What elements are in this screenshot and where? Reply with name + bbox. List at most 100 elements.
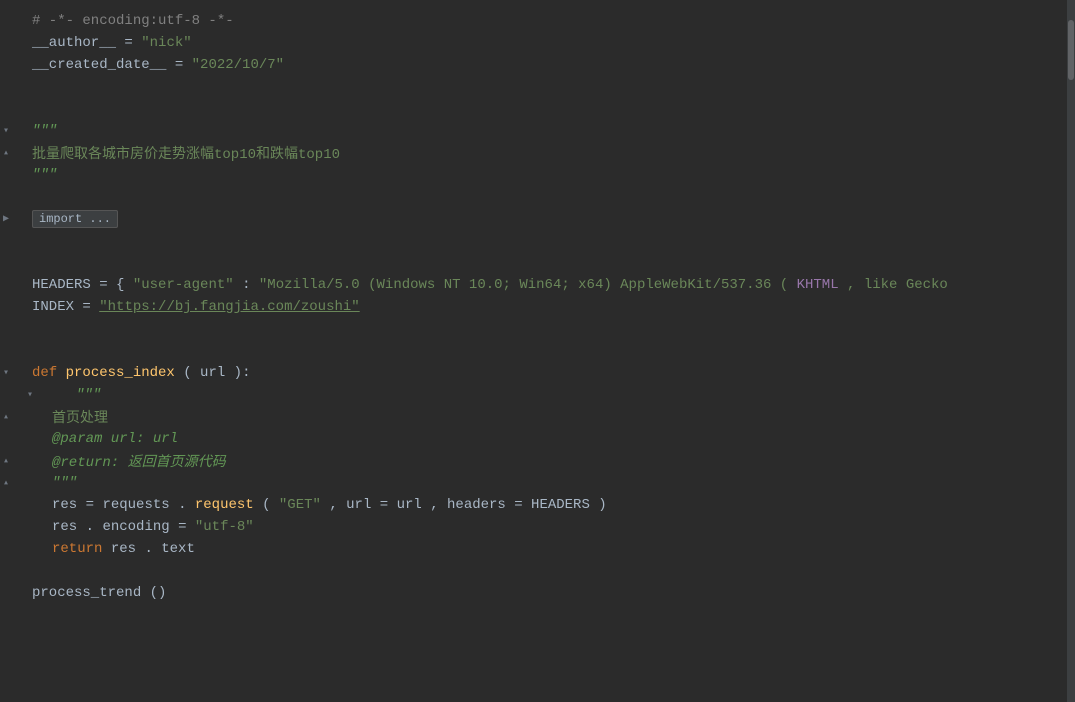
chinese-docstring: 批量爬取各城市房价走势涨幅top10和跌幅top10	[32, 147, 340, 163]
paren-close: ):	[234, 365, 251, 381]
gutter-22: ▴	[0, 477, 28, 489]
fold-icon-import[interactable]: ▶	[0, 213, 12, 225]
inner-docstring-close: """	[52, 475, 77, 491]
fold-icon-inner-doc[interactable]: ▾	[24, 389, 36, 401]
equals-headers: =	[99, 277, 116, 293]
fold-icon-doc-close[interactable]: ▴	[0, 477, 12, 489]
request-method: request	[195, 497, 254, 513]
gutter-10: ▶	[0, 213, 28, 225]
line-content-24: res . encoding = "utf-8"	[28, 519, 1067, 535]
docstring-open: """	[32, 123, 57, 139]
line-25: return res . text	[0, 538, 1075, 560]
inner-chinese: 首页处理	[52, 411, 108, 427]
brace-open: {	[116, 277, 124, 293]
line-content-1: # -*- encoding:utf-8 -*-	[28, 13, 1067, 29]
paren-req-open: (	[262, 497, 270, 513]
line-1: # -*- encoding:utf-8 -*-	[0, 10, 1075, 32]
utf8-val: "utf-8"	[195, 519, 254, 535]
paren-req-close: )	[598, 497, 606, 513]
paren-open: (	[183, 365, 191, 381]
blank-4	[0, 76, 1075, 98]
text-attr: text	[161, 541, 195, 557]
line-content-19: 首页处理	[28, 407, 1067, 427]
return-tag: @return: 返回首页源代码	[52, 455, 226, 471]
url-arg: url	[397, 497, 422, 513]
scrollbar-thumb[interactable]	[1068, 20, 1074, 80]
line-content-17: def process_index ( url ):	[28, 365, 1067, 381]
url-param: url	[346, 497, 371, 513]
param-tag: @param url: url	[52, 431, 178, 447]
fold-icon-func[interactable]: ▾	[0, 367, 12, 379]
gutter-17: ▾	[0, 367, 28, 379]
val-created-date: "2022/10/7"	[192, 57, 284, 73]
return-keyword: return	[52, 541, 111, 557]
dot-1: .	[178, 497, 186, 513]
equals-2: =	[175, 57, 192, 73]
blank-9	[0, 186, 1075, 208]
code-editor: # -*- encoding:utf-8 -*- __author__ = "n…	[0, 0, 1075, 702]
line-27: process_trend ()	[0, 582, 1075, 604]
next-paren: ()	[150, 585, 167, 601]
line-13: HEADERS = { "user-agent" : "Mozilla/5.0 …	[0, 274, 1075, 296]
line-content-27: process_trend ()	[28, 585, 1067, 601]
var-author: __author__	[32, 35, 116, 51]
line-content-6: """	[28, 123, 1067, 139]
fold-icon-docstring[interactable]: ▾	[0, 125, 12, 137]
khtml-text: KHTML	[797, 277, 839, 293]
line-content-14: INDEX = "https://bj.fangjia.com/zoushi"	[28, 299, 1067, 315]
equals-1: =	[124, 35, 141, 51]
index-var: INDEX	[32, 299, 74, 315]
gutter-21: ▴	[0, 455, 28, 467]
equals-url: =	[380, 497, 388, 513]
headers-arg: HEADERS	[531, 497, 590, 513]
equals-encoding: =	[178, 519, 195, 535]
blank-11	[0, 230, 1075, 252]
line-10: ▶ import ...	[0, 208, 1075, 230]
colon-headers: :	[242, 277, 250, 293]
line-22: ▴ """	[0, 472, 1075, 494]
def-keyword: def	[32, 365, 66, 381]
gutter-19: ▴	[0, 411, 28, 423]
encoding-attr: encoding	[102, 519, 169, 535]
headers-var: HEADERS	[32, 277, 91, 293]
line-content-22: """	[28, 475, 1067, 491]
line-19: ▴ 首页处理	[0, 406, 1075, 428]
comma-2: ,	[430, 497, 447, 513]
blank-12	[0, 252, 1075, 274]
line-content-13: HEADERS = { "user-agent" : "Mozilla/5.0 …	[28, 277, 1067, 293]
gutter-6: ▾	[0, 125, 28, 137]
headers-value: "Mozilla/5.0 (Windows NT 10.0; Win64; x6…	[259, 277, 788, 293]
comment-encoding: # -*- encoding:utf-8 -*-	[32, 13, 234, 29]
import-collapsed[interactable]: import ...	[32, 210, 118, 228]
fold-icon-return[interactable]: ▴	[0, 455, 12, 467]
line-2: __author__ = "nick"	[0, 32, 1075, 54]
var-created-date: __created_date__	[32, 57, 166, 73]
blank-5	[0, 98, 1075, 120]
line-23: res = requests . request ( "GET" , url =…	[0, 494, 1075, 516]
param-url: url	[200, 365, 225, 381]
line-14: INDEX = "https://bj.fangjia.com/zoushi"	[0, 296, 1075, 318]
docstring-close: """	[32, 167, 57, 183]
line-content-23: res = requests . request ( "GET" , url =…	[28, 497, 1067, 513]
blank-16	[0, 340, 1075, 362]
line-21: ▴ @return: 返回首页源代码	[0, 450, 1075, 472]
res-encoding-var: res	[52, 519, 77, 535]
fold-icon-inner-chinese[interactable]: ▴	[0, 411, 12, 423]
line-18: ▾ """	[0, 384, 1075, 406]
line-content-8: """	[28, 167, 1067, 183]
headers-key: "user-agent"	[133, 277, 234, 293]
scrollbar[interactable]	[1067, 0, 1075, 702]
line-content-18: """	[52, 387, 1067, 403]
line-content-3: __created_date__ = "2022/10/7"	[28, 57, 1067, 73]
headers-param: headers	[447, 497, 506, 513]
headers-value-2: , like Gecko	[847, 277, 948, 293]
index-url: "https://bj.fangjia.com/zoushi"	[99, 299, 359, 315]
fold-icon-chinese[interactable]: ▴	[0, 147, 12, 159]
line-20: @param url: url	[0, 428, 1075, 450]
gutter-18: ▾	[24, 389, 52, 401]
equals-index: =	[82, 299, 99, 315]
line-3: __created_date__ = "2022/10/7"	[0, 54, 1075, 76]
res-text: res	[111, 541, 136, 557]
blank-26	[0, 560, 1075, 582]
line-6: ▾ """	[0, 120, 1075, 142]
